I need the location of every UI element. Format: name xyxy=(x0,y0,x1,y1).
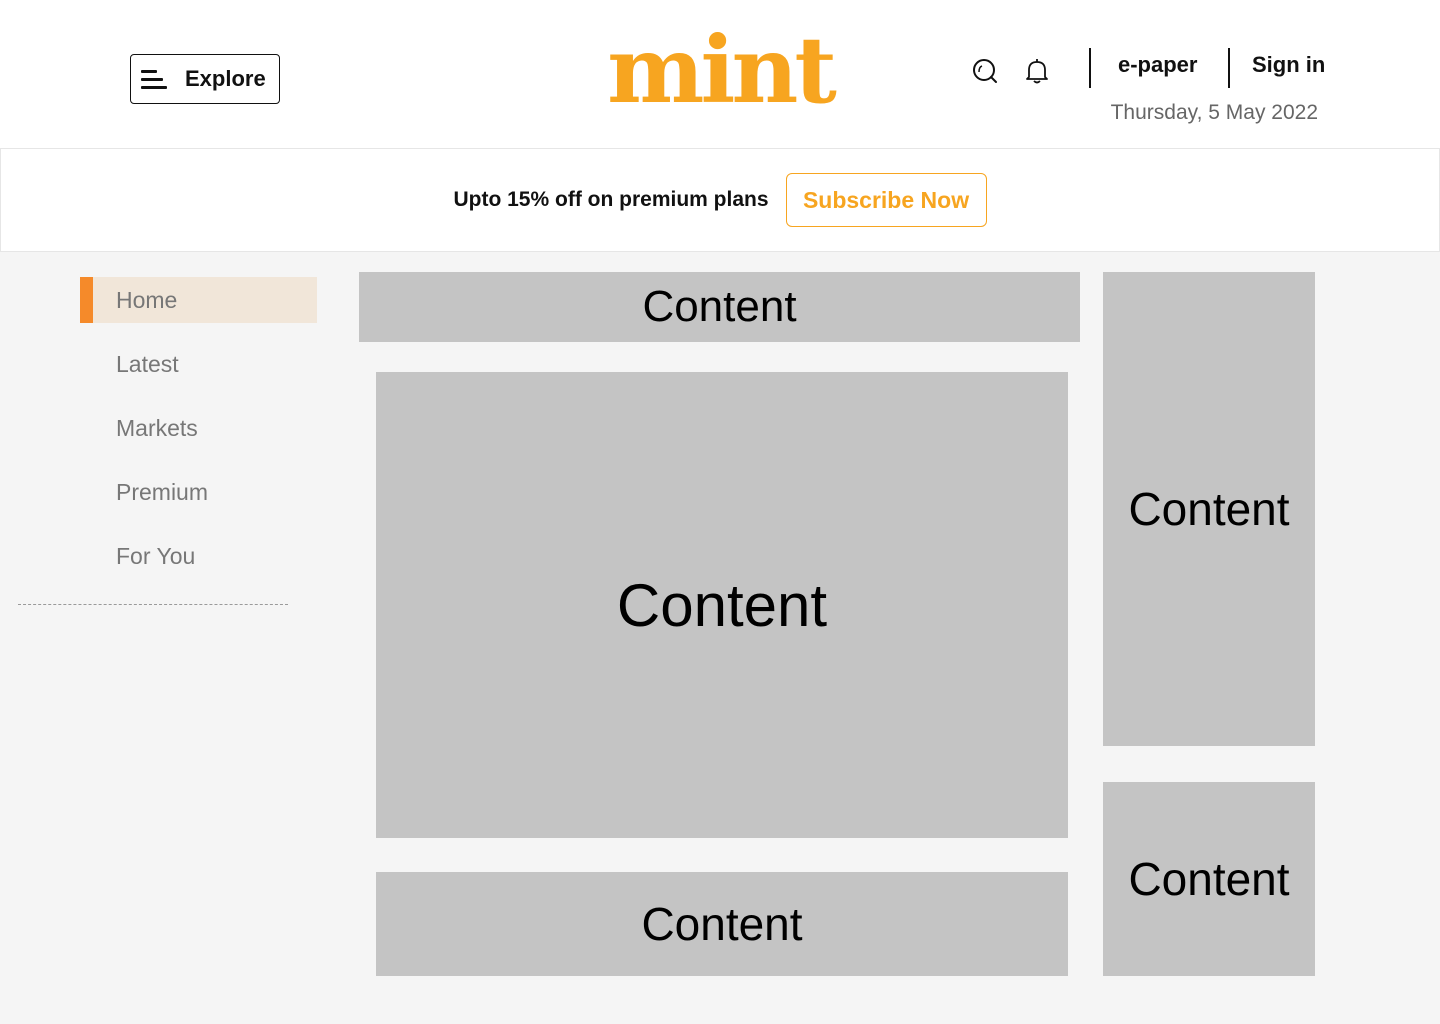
site-header: Explore mint e-paper Sign in Thursday, 5… xyxy=(0,0,1440,148)
sidebar-item-home[interactable]: Home xyxy=(80,277,317,323)
sidebar-divider xyxy=(18,604,288,605)
header-divider xyxy=(1228,48,1230,88)
content-block-side-tall[interactable]: Content xyxy=(1103,272,1315,746)
promo-banner: Upto 15% off on premium plans Subscribe … xyxy=(0,148,1440,252)
content-block-main[interactable]: Content xyxy=(376,372,1068,838)
explore-button[interactable]: Explore xyxy=(130,54,280,104)
sidebar-item-markets[interactable]: Markets xyxy=(80,405,317,451)
current-date: Thursday, 5 May 2022 xyxy=(1110,101,1318,124)
content-block-side-short[interactable]: Content xyxy=(1103,782,1315,976)
content-block-top[interactable]: Content xyxy=(359,272,1080,342)
header-divider xyxy=(1089,48,1091,88)
subscribe-now-button[interactable]: Subscribe Now xyxy=(785,173,987,227)
hamburger-menu-icon xyxy=(141,67,167,91)
sidebar-item-premium[interactable]: Premium xyxy=(80,469,317,515)
sidebar-nav: Home Latest Markets Premium For You xyxy=(80,277,317,597)
mint-logo[interactable]: mint xyxy=(602,22,838,118)
bell-icon[interactable] xyxy=(1022,56,1052,86)
explore-label: Explore xyxy=(185,66,266,91)
search-icon[interactable] xyxy=(970,56,1000,86)
sidebar-item-for-you[interactable]: For You xyxy=(80,533,317,579)
promo-text: Upto 15% off on premium plans xyxy=(453,188,769,211)
epaper-link[interactable]: e-paper xyxy=(1118,52,1197,78)
content-block-bottom[interactable]: Content xyxy=(376,872,1068,976)
sign-in-link[interactable]: Sign in xyxy=(1252,52,1325,78)
sidebar-item-latest[interactable]: Latest xyxy=(80,341,317,387)
